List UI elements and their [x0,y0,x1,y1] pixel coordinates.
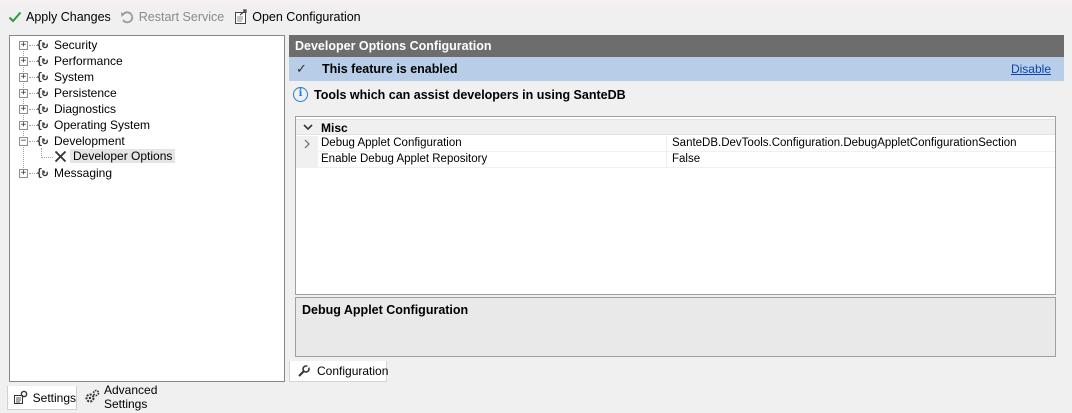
open-configuration-label: Open Configuration [252,10,361,24]
property-grid[interactable]: Misc Debug Applet Configuration SanteDB.… [295,116,1056,295]
tree-item-label: Security [54,38,98,52]
tree-item-developer-options[interactable]: Developer Options [10,149,284,165]
expand-icon[interactable]: + [19,89,28,98]
open-file-icon [233,9,249,25]
expand-icon[interactable]: + [19,121,28,130]
row-margin [296,152,318,168]
expand-icon[interactable]: + [19,41,28,50]
property-name: Enable Debug Applet Repository [321,153,488,165]
config-section-icon: {↻ [36,54,48,67]
tab-settings[interactable]: Settings [7,386,77,410]
config-section-icon: {↻ [36,86,48,99]
tree-connector [41,157,53,158]
expand-icon[interactable]: + [19,105,28,114]
description-text: Tools which can assist developers in usi… [314,88,626,102]
bottom-tab-strip: Settings Advanced Settings [0,383,1072,413]
disable-link[interactable]: Disable [1011,62,1051,76]
tab-advanced-settings[interactable]: Advanced Settings [79,383,198,411]
collapse-icon[interactable]: − [19,137,28,146]
restart-icon [120,9,136,25]
property-help-box: Debug Applet Configuration [295,297,1056,357]
chevron-down-icon[interactable] [303,120,313,137]
tab-configuration-label: Configuration [317,364,389,378]
checkmark-icon [7,9,23,25]
expand-icon[interactable]: + [19,57,28,66]
tree-item-label: Development [54,134,125,148]
property-category-misc[interactable]: Misc [296,119,1055,135]
tab-configuration[interactable]: Configuration [289,361,389,382]
tree-item-label: Developer Options [70,149,176,163]
tree-item-label: Diagnostics [54,102,117,116]
property-value[interactable]: False [672,153,700,165]
settings-list-icon [13,390,29,406]
apply-changes-label: Apply Changes [26,10,111,24]
config-section-icon: {↻ [36,166,48,179]
tab-settings-label: Settings [32,390,76,405]
tab-advanced-settings-label: Advanced Settings [104,383,158,411]
tree-item-label: Operating System [54,118,151,132]
feature-status-text: This feature is enabled [322,62,458,76]
tree-item-label: Persistence [54,86,117,100]
property-value[interactable]: SanteDB.DevTools.Configuration.DebugAppl… [672,137,1017,149]
help-title: Debug Applet Configuration [302,303,469,317]
expand-icon[interactable]: + [19,169,28,178]
column-divider[interactable] [666,152,667,168]
column-divider[interactable] [666,136,667,152]
toolbar: Apply Changes Restart Service Open Confi… [0,4,1072,30]
tree-item-label: Messaging [54,166,113,180]
wrench-icon [297,364,311,378]
property-row[interactable]: Debug Applet Configuration SanteDB.DevTo… [296,136,1055,152]
checkmark-icon: ✓ [296,61,307,76]
expand-icon[interactable]: + [19,73,28,82]
config-section-icon: {↻ [36,102,48,115]
feature-status-bar: ✓ This feature is enabled Disable [289,57,1064,81]
open-configuration-button[interactable]: Open Configuration [230,6,363,28]
config-section-icon: {↻ [36,118,48,131]
category-label: Misc [321,121,348,135]
config-section-icon: {↻ [36,38,48,51]
restart-service-button[interactable]: Restart Service [117,6,227,28]
feature-x-icon [54,150,67,166]
settings-tree: + {↻ Security + {↻ Performance + {↻ Syst… [9,35,285,382]
panel-title: Developer Options Configuration [289,35,1064,57]
apply-changes-button[interactable]: Apply Changes [4,6,114,28]
tree-item-label: System [54,70,95,84]
config-section-icon: {↻ [36,134,48,147]
configuration-panel: Developer Options Configuration ✓ This f… [289,35,1064,382]
property-row[interactable]: Enable Debug Applet Repository False [296,152,1055,168]
gears-icon [84,389,100,405]
info-icon: i [293,87,308,102]
feature-description: i Tools which can assist developers in u… [289,83,1064,107]
property-name: Debug Applet Configuration [321,137,462,149]
tree-item-label: Performance [54,54,123,68]
config-section-icon: {↻ [36,70,48,83]
restart-service-label: Restart Service [138,10,225,24]
